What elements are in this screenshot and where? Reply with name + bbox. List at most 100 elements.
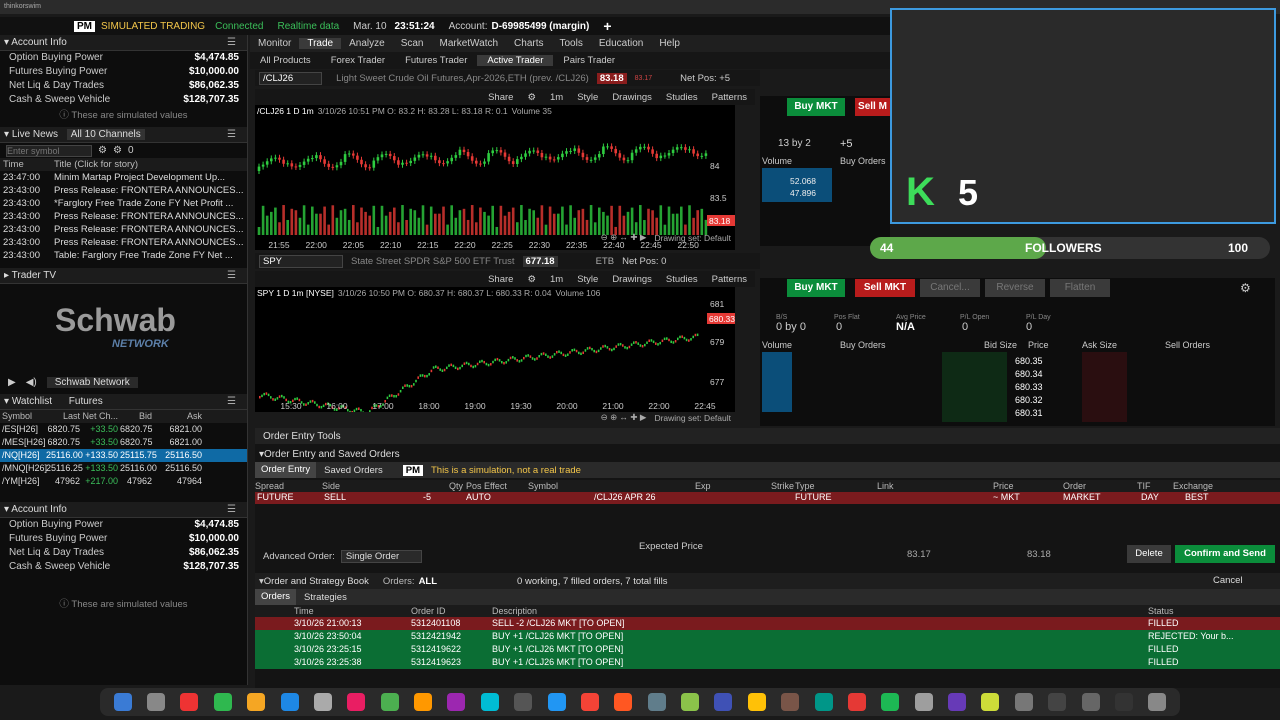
tab-strategies[interactable]: Strategies xyxy=(298,592,353,603)
menu-scan[interactable]: Scan xyxy=(393,38,432,49)
dock-app-icon[interactable] xyxy=(881,693,900,711)
book-row[interactable]: 3/10/26 21:00:13 5312401108 SELL -2 /CLJ26… xyxy=(255,617,1280,630)
tv-channel-select[interactable]: Schwab Network xyxy=(46,376,138,388)
interval-select-2[interactable]: 1m xyxy=(550,274,563,285)
dock-app-icon[interactable] xyxy=(147,693,166,711)
book-row[interactable]: 3/10/26 23:25:15 5312419622 BUY +1 /CLJ26 … xyxy=(255,643,1280,656)
dock-app-icon[interactable] xyxy=(1148,693,1167,711)
play-icon[interactable]: ▶ xyxy=(8,377,16,388)
reverse-button[interactable]: Reverse xyxy=(985,279,1045,297)
filter-icon[interactable]: ⚙ xyxy=(113,145,122,156)
share-button-2[interactable]: Share xyxy=(488,274,513,285)
ladder-price[interactable]: 680.32 xyxy=(1015,395,1043,408)
wl-col-2[interactable]: Net Ch... xyxy=(80,410,118,423)
chart2-plot[interactable]: 15:30 16:00 17:00 18:00 19:00 19:30 20:00 21:00… xyxy=(255,299,735,416)
account-info-header[interactable]: ▾ Account Info ☰ xyxy=(0,35,247,51)
dock-app-icon[interactable] xyxy=(414,693,433,711)
dock-app-icon[interactable] xyxy=(1081,693,1100,711)
watchlist-header[interactable]: ▾ Watchlist Futures ☰ xyxy=(0,394,247,410)
dock-app-icon[interactable] xyxy=(781,693,800,711)
submenu-item[interactable]: All Products xyxy=(250,55,321,66)
sell-mkt-button[interactable]: Sell M xyxy=(855,98,890,116)
trader-tv-header[interactable]: ▸ Trader TV ☰ xyxy=(0,268,247,284)
news-item[interactable]: 23:43:00 Press Release: FRONTERA ANNOUNCE… xyxy=(0,236,247,249)
tab-order-entry[interactable]: Order Entry xyxy=(255,462,317,478)
cancel-button[interactable]: Cancel... xyxy=(920,279,980,297)
account-select[interactable]: D-69985499 (margin) xyxy=(491,21,589,32)
studies-menu[interactable]: Studies xyxy=(666,92,698,103)
patterns-menu[interactable]: Patterns xyxy=(712,92,747,103)
live-news-header[interactable]: ▾ Live News All 10 Channels ☰ xyxy=(0,127,247,143)
zoom-icons-2[interactable]: ⊖ ⊕ ↔ ✚ ▶ xyxy=(601,412,647,423)
ladder-price[interactable]: 680.31 xyxy=(1015,408,1043,421)
drawings-menu[interactable]: Drawings xyxy=(612,92,652,103)
cancel-link[interactable]: Cancel xyxy=(1213,575,1243,586)
wl-col-0[interactable]: Symbol xyxy=(0,410,44,423)
submenu-item[interactable]: Active Trader xyxy=(477,55,554,66)
dock-app-icon[interactable] xyxy=(547,693,566,711)
sell-mkt-button-2[interactable]: Sell MKT xyxy=(855,279,915,297)
col-time[interactable]: Time xyxy=(0,158,54,171)
watchlist-row[interactable]: /MNQ[H26] 25116.25 +133.50 25116.00 25116.50 xyxy=(0,462,247,475)
news-item[interactable]: 23:47:00 Minim Martap Project Development… xyxy=(0,171,247,184)
gear-icon[interactable]: ⚙ xyxy=(527,92,536,103)
menu-help[interactable]: Help xyxy=(651,38,688,49)
menu-trade[interactable]: Trade xyxy=(299,38,342,49)
buy-mkt-button[interactable]: Buy MKT xyxy=(787,98,845,116)
share-button[interactable]: Share xyxy=(488,92,513,103)
settings-icon[interactable]: ⚙ xyxy=(98,145,107,156)
watchlist-row[interactable]: /YM[H26] 47962 +217.00 47962 47964 xyxy=(0,475,247,488)
news-item[interactable]: 23:43:00 Press Release: FRONTERA ANNOUNCE… xyxy=(0,223,247,236)
news-item[interactable]: 23:43:00 Press Release: FRONTERA ANNOUNCE… xyxy=(0,210,247,223)
ladder-price[interactable]: 680.33 xyxy=(1015,382,1043,395)
book-row[interactable]: 3/10/26 23:25:38 5312419623 BUY +1 /CLJ26 … xyxy=(255,656,1280,669)
dock-app-icon[interactable] xyxy=(380,693,399,711)
watchlist-select[interactable]: Futures xyxy=(69,396,103,407)
dock-app-icon[interactable] xyxy=(247,693,266,711)
dock-app-icon[interactable] xyxy=(1114,693,1133,711)
ladder-price[interactable]: 680.35 xyxy=(1015,356,1043,369)
dock-app-icon[interactable] xyxy=(747,693,766,711)
trader-tv-video[interactable]: Schwab NETWORK xyxy=(0,284,247,374)
menu-tools[interactable]: Tools xyxy=(551,38,590,49)
patterns-menu-2[interactable]: Patterns xyxy=(712,274,747,285)
interval-select[interactable]: 1m xyxy=(550,92,563,103)
chart1[interactable]: /CLJ26 1 D 1m 3/10/26 10:51 PM O: 83.2 H… xyxy=(255,105,735,250)
oe-saved-header[interactable]: Order Entry and Saved Orders xyxy=(264,449,400,460)
book-header[interactable]: Order and Strategy Book xyxy=(264,576,369,587)
menu-icon[interactable]: ☰ xyxy=(227,37,239,48)
delete-button[interactable]: Delete xyxy=(1127,545,1171,563)
dock-app-icon[interactable] xyxy=(580,693,599,711)
book-row[interactable]: 3/10/26 23:50:04 5312421942 BUY +1 /CLJ26 … xyxy=(255,630,1280,643)
dock-app-icon[interactable] xyxy=(447,693,466,711)
tab-saved-orders[interactable]: Saved Orders xyxy=(318,465,389,476)
dock-app-icon[interactable] xyxy=(347,693,366,711)
order-row[interactable]: FUTURE SELL -5 AUTO/CLJ26 APR 26 FUTURE ~ MKT… xyxy=(255,492,1280,504)
dock-app-icon[interactable] xyxy=(948,693,967,711)
tab-orders[interactable]: Orders xyxy=(255,589,297,605)
menu-monitor[interactable]: Monitor xyxy=(250,38,299,49)
flatten-button[interactable]: Flatten xyxy=(1050,279,1110,297)
dock-app-icon[interactable] xyxy=(714,693,733,711)
dock-app-icon[interactable] xyxy=(514,693,533,711)
gear-icon[interactable]: ⚙ xyxy=(1240,281,1251,295)
orders-filter[interactable]: ALL xyxy=(419,576,437,587)
volume-icon[interactable]: ◀) xyxy=(26,377,37,388)
dock-app-icon[interactable] xyxy=(213,693,232,711)
chart2-symbol-input[interactable]: SPY xyxy=(259,254,344,268)
account-info-header-2[interactable]: ▾ Account Info ☰ xyxy=(0,502,247,518)
chart1-symbol-input[interactable]: /CLJ26 xyxy=(259,71,323,85)
dock-app-icon[interactable] xyxy=(280,693,299,711)
chart1-plot[interactable]: 21:55 22:00 22:05 22:10 22:15 22:20 22:25 22:30… xyxy=(255,117,735,250)
zoom-icons[interactable]: ⊖ ⊕ ↔ ✚ ▶ xyxy=(601,232,647,243)
price-ladder[interactable]: 680.35 680.34 680.33 680.32 680.31 xyxy=(1015,356,1043,421)
chart2[interactable]: SPY 1 D 1m [NYSE] 3/10/26 10:50 PM O: 68… xyxy=(255,287,735,416)
studies-menu-2[interactable]: Studies xyxy=(666,274,698,285)
dock-app-icon[interactable] xyxy=(814,693,833,711)
style-menu-2[interactable]: Style xyxy=(577,274,598,285)
ladder-price[interactable]: 680.34 xyxy=(1015,369,1043,382)
dock-app-icon[interactable] xyxy=(914,693,933,711)
wl-col-4[interactable]: Ask xyxy=(152,410,202,423)
style-menu[interactable]: Style xyxy=(577,92,598,103)
dock-app-icon[interactable] xyxy=(647,693,666,711)
